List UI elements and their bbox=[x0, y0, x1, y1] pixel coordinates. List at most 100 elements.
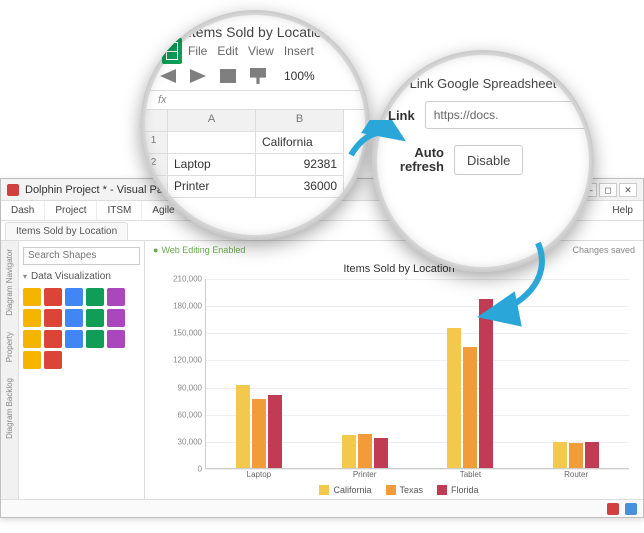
status-icon[interactable] bbox=[625, 503, 637, 515]
undo-icon[interactable] bbox=[160, 69, 176, 83]
sheets-cells[interactable]: A B 1 California 2 Laptop 92381 3 Printe… bbox=[140, 110, 370, 198]
web-editing-indicator: Web Editing Enabled bbox=[153, 245, 245, 255]
y-tick-label: 120,000 bbox=[166, 356, 202, 365]
vp-logo-icon bbox=[7, 184, 19, 196]
shape-item[interactable] bbox=[107, 288, 125, 306]
y-tick-label: 60,000 bbox=[166, 410, 202, 419]
y-tick-label: 0 bbox=[166, 465, 202, 474]
shape-item[interactable] bbox=[44, 288, 62, 306]
sheets-magnifier: Items Sold by Location File Edit View In… bbox=[140, 10, 370, 240]
auto-refresh-toggle[interactable]: Disable bbox=[454, 145, 523, 175]
shape-item[interactable] bbox=[107, 309, 125, 327]
bar[interactable] bbox=[342, 435, 356, 468]
row-header[interactable]: 1 bbox=[140, 132, 168, 154]
shape-item[interactable] bbox=[65, 288, 83, 306]
menu-item[interactable]: Help bbox=[602, 201, 643, 220]
shape-item[interactable] bbox=[23, 288, 41, 306]
cell[interactable]: California bbox=[256, 132, 344, 154]
menu-item[interactable]: ITSM bbox=[97, 201, 142, 220]
shape-item[interactable] bbox=[86, 309, 104, 327]
bar[interactable] bbox=[569, 443, 583, 468]
vp-diagram-canvas[interactable]: Web Editing Enabled Changes saved Items … bbox=[145, 241, 643, 517]
bar[interactable] bbox=[479, 299, 493, 468]
bar[interactable] bbox=[585, 442, 599, 468]
shape-item[interactable] bbox=[86, 330, 104, 348]
cell[interactable]: Laptop bbox=[168, 154, 256, 176]
legend-item[interactable]: Texas bbox=[386, 485, 424, 495]
bar-group: Laptop bbox=[229, 385, 289, 468]
vp-siderail: Diagram Navigator Property Diagram Backl… bbox=[1, 241, 19, 517]
x-tick-label: Tablet bbox=[440, 470, 500, 479]
chart-widget[interactable]: Items Sold by Location 030,00060,00090,0… bbox=[165, 263, 633, 507]
print-icon[interactable] bbox=[220, 69, 236, 83]
siderail-tab[interactable]: Diagram Navigator bbox=[5, 249, 14, 316]
redo-icon[interactable] bbox=[190, 69, 206, 83]
shape-item[interactable] bbox=[65, 309, 83, 327]
y-tick-label: 90,000 bbox=[166, 383, 202, 392]
tab-active[interactable]: Items Sold by Location bbox=[5, 222, 128, 240]
chart-legend: California Texas Florida bbox=[165, 485, 633, 495]
bar-group: Printer bbox=[335, 434, 395, 468]
bar[interactable] bbox=[463, 347, 477, 468]
link-dialog-magnifier: Link Google Spreadsheet Link Auto refres… bbox=[372, 50, 594, 272]
bar[interactable] bbox=[236, 385, 250, 468]
chart-plot-area: 030,00060,00090,000120,000150,000180,000… bbox=[205, 279, 629, 469]
cell[interactable]: 92381 bbox=[256, 154, 344, 176]
shape-item[interactable] bbox=[107, 330, 125, 348]
bar[interactable] bbox=[268, 395, 282, 468]
bar[interactable] bbox=[553, 442, 567, 468]
vp-statusbar bbox=[1, 499, 643, 517]
legend-item[interactable]: Florida bbox=[437, 485, 479, 495]
x-tick-label: Laptop bbox=[229, 470, 289, 479]
menu-item[interactable]: Project bbox=[45, 201, 97, 220]
y-tick-label: 180,000 bbox=[166, 302, 202, 311]
shape-item[interactable] bbox=[44, 309, 62, 327]
shape-item[interactable] bbox=[44, 351, 62, 369]
bar[interactable] bbox=[374, 438, 388, 468]
paint-format-icon[interactable] bbox=[250, 68, 266, 84]
sheets-menu-item[interactable]: Edit bbox=[217, 44, 238, 58]
col-header[interactable]: B bbox=[256, 110, 344, 132]
close-button[interactable]: ✕ bbox=[619, 183, 637, 197]
shape-item[interactable] bbox=[23, 309, 41, 327]
col-header[interactable]: A bbox=[168, 110, 256, 132]
cell[interactable] bbox=[168, 132, 256, 154]
y-tick-label: 30,000 bbox=[166, 437, 202, 446]
sheets-menu-item[interactable]: Insert bbox=[284, 44, 314, 58]
sheets-menu-item[interactable]: View bbox=[248, 44, 274, 58]
zoom-dropdown[interactable]: 100% bbox=[284, 69, 315, 83]
bar[interactable] bbox=[447, 328, 461, 468]
cell[interactable]: 36000 bbox=[256, 176, 344, 198]
legend-item[interactable]: California bbox=[319, 485, 371, 495]
maximize-button[interactable]: ◻ bbox=[599, 183, 617, 197]
auto-refresh-label: Auto refresh bbox=[388, 146, 444, 175]
bar[interactable] bbox=[252, 399, 266, 468]
status-icon[interactable] bbox=[607, 503, 619, 515]
shapes-section-header[interactable]: Data Visualization bbox=[23, 269, 140, 284]
shapes-grid bbox=[23, 288, 140, 369]
shape-item[interactable] bbox=[65, 330, 83, 348]
shape-item[interactable] bbox=[23, 351, 41, 369]
siderail-tab[interactable]: Property bbox=[5, 332, 14, 362]
shape-item[interactable] bbox=[23, 330, 41, 348]
bar-group: Tablet bbox=[440, 299, 500, 468]
link-url-input[interactable] bbox=[425, 101, 594, 129]
search-shapes-input[interactable] bbox=[23, 247, 140, 265]
formula-bar[interactable]: fx bbox=[140, 90, 370, 110]
bar[interactable] bbox=[358, 434, 372, 468]
sheets-logo-icon bbox=[162, 38, 182, 64]
sheets-doc-title[interactable]: Items Sold by Location bbox=[188, 24, 370, 40]
dialog-title: Link Google Spreadsheet bbox=[372, 76, 594, 91]
chart-title: Items Sold by Location bbox=[165, 263, 633, 275]
menu-item[interactable]: Dash bbox=[1, 201, 45, 220]
row-header[interactable]: 2 bbox=[140, 154, 168, 176]
shape-item[interactable] bbox=[86, 288, 104, 306]
sheets-menu-item[interactable]: File bbox=[188, 44, 207, 58]
vp-shapes-panel: Data Visualization bbox=[19, 241, 145, 517]
corner-cell[interactable] bbox=[140, 110, 168, 132]
siderail-tab[interactable]: Diagram Backlog bbox=[5, 378, 14, 439]
cell[interactable]: Printer bbox=[168, 176, 256, 198]
x-tick-label: Router bbox=[546, 470, 606, 479]
shape-item[interactable] bbox=[44, 330, 62, 348]
y-tick-label: 210,000 bbox=[166, 275, 202, 284]
